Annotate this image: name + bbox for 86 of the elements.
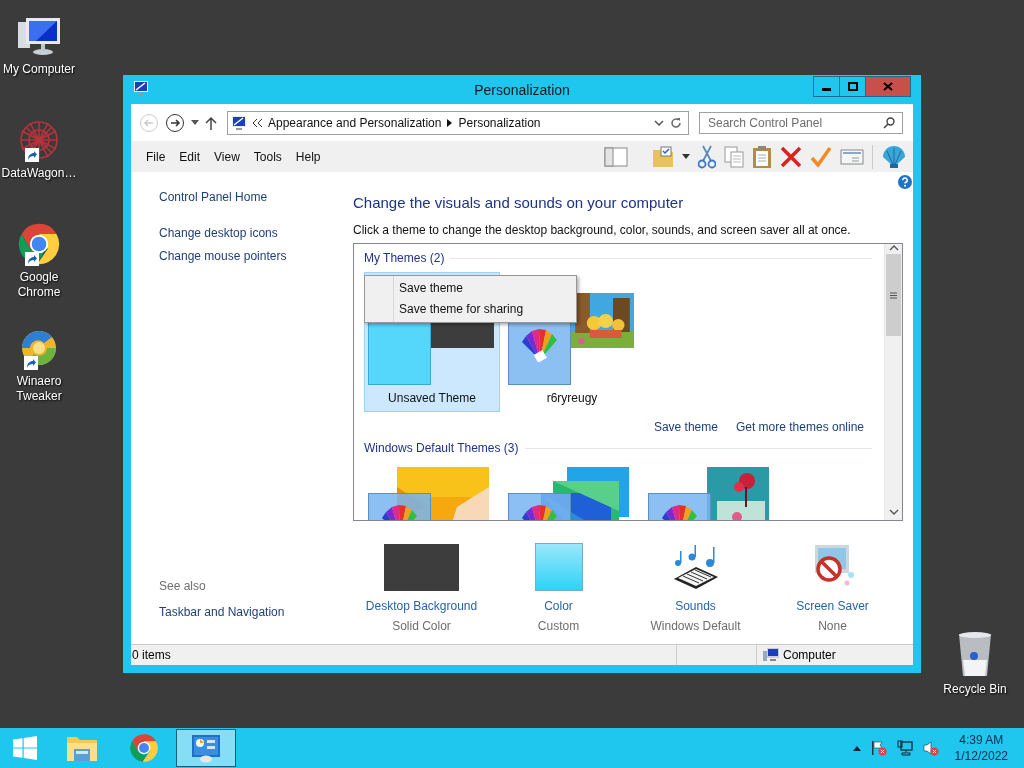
minimize-button[interactable] — [813, 76, 840, 97]
desktop-icon-label[interactable]: Recycle Bin — [937, 682, 1013, 697]
setting-link[interactable]: Color — [544, 599, 573, 613]
color-fan-icon — [519, 328, 560, 362]
clipboard-icon[interactable] — [752, 144, 772, 169]
monitor-icon — [231, 114, 247, 131]
path-arrow-icon[interactable] — [447, 118, 453, 127]
dropdown-caret-icon[interactable] — [191, 120, 199, 125]
chrome-icon — [129, 733, 159, 763]
scissors-icon[interactable] — [698, 144, 716, 169]
desktop-icon-label[interactable]: Google Chrome — [1, 270, 77, 300]
monitor-icon — [133, 80, 149, 96]
sidebar-link[interactable]: Control Panel Home — [159, 186, 353, 209]
dropdown-caret-icon[interactable] — [682, 154, 690, 159]
setting-value: Windows Default — [650, 619, 741, 633]
setting-link[interactable]: Sounds — [675, 599, 716, 613]
scroll-down-icon[interactable] — [888, 508, 899, 516]
folder-check-icon[interactable] — [652, 145, 674, 168]
setting-value: Solid Color — [392, 619, 451, 633]
snowflake-icon — [17, 118, 61, 162]
menu-item[interactable]: File — [139, 147, 173, 166]
layout-pane-icon[interactable] — [604, 146, 628, 167]
speaker-muted-icon[interactable] — [922, 740, 939, 756]
theme-name: r6ryreugy — [546, 391, 598, 405]
group-heading: My Themes (2) — [364, 251, 445, 265]
refresh-icon[interactable] — [670, 116, 682, 129]
setting-link[interactable]: Screen Saver — [796, 599, 869, 613]
window-title: Personalization — [474, 81, 570, 98]
desktop-icon-label[interactable]: Winaero Tweaker — [1, 374, 77, 404]
menu-item[interactable]: Edit — [172, 147, 208, 166]
page-description: Click a theme to change the desktop background, color, sounds, and screen saver all at once. — [353, 223, 852, 237]
scroll-up-icon[interactable] — [888, 244, 899, 252]
flag-error-icon[interactable] — [870, 740, 887, 756]
close-button[interactable] — [865, 76, 911, 97]
sidebar-link[interactable]: Change mouse pointers — [159, 245, 353, 268]
up-arrow-icon[interactable] — [205, 115, 217, 130]
breadcrumb[interactable]: Appearance and Personalization — [268, 115, 442, 130]
checkmark-icon[interactable] — [810, 145, 832, 168]
maximize-button[interactable] — [839, 76, 866, 97]
help-icon[interactable] — [898, 175, 912, 189]
delete-icon[interactable] — [780, 145, 802, 168]
shortcut-arrow-icon — [25, 148, 39, 162]
setting-value: Custom — [537, 619, 580, 633]
group-heading: Windows Default Themes (3) — [364, 441, 519, 455]
scrollbar[interactable] — [884, 244, 902, 520]
menu-item[interactable]: View — [207, 147, 247, 166]
computer-icon — [16, 16, 62, 58]
clock-time: 4:39 AM — [959, 732, 1004, 748]
sidebar-link[interactable]: Taskbar and Navigation — [159, 601, 353, 624]
computer-icon — [763, 648, 779, 662]
network-icon[interactable] — [896, 740, 913, 756]
desktop-icon-label[interactable]: DataWagon… — [1, 166, 77, 181]
sidebar-link[interactable]: Change desktop icons — [159, 222, 353, 245]
shortcut-arrow-icon — [25, 252, 39, 266]
close-icon — [883, 82, 893, 91]
status-location: Computer — [783, 648, 836, 662]
show-hidden-icons-icon[interactable] — [852, 745, 861, 751]
theme-link[interactable]: Get more themes online — [735, 420, 864, 434]
shell-icon[interactable] — [881, 144, 907, 169]
clock-date: 1/12/2022 — [954, 748, 1008, 764]
chevron-down-icon[interactable] — [654, 119, 664, 126]
background-swatch[interactable] — [384, 543, 459, 591]
forward-icon[interactable] — [165, 112, 185, 133]
search-field[interactable]: Search Control Panel — [699, 111, 903, 134]
taskbar-app[interactable] — [176, 729, 236, 767]
color-swatch[interactable] — [534, 543, 583, 591]
breadcrumb[interactable]: Personalization — [458, 115, 541, 130]
desktop-icon-label[interactable]: My Computer — [1, 62, 77, 77]
address-bar[interactable]: Appearance and Personalization Personalization — [227, 110, 689, 135]
double-chevron-icon[interactable] — [253, 118, 262, 127]
clock[interactable]: 4:39 AM 1/12/2022 — [954, 732, 1008, 764]
theme-name: Unsaved Theme — [388, 391, 476, 405]
page-heading: Change the visuals and sounds on your computer — [353, 194, 685, 211]
item-count: 0 items — [132, 648, 171, 662]
control-panel-icon — [190, 733, 222, 763]
setting-link[interactable]: Desktop Background — [365, 599, 478, 613]
setting-value: None — [818, 619, 847, 633]
search-icon[interactable] — [883, 116, 895, 129]
theme-link[interactable]: Save theme — [653, 420, 718, 434]
shortcut-arrow-icon — [24, 356, 38, 370]
see-also-heading: See also — [159, 579, 207, 593]
windows-logo-icon — [13, 736, 37, 760]
maximize-icon — [847, 82, 858, 91]
menu-item[interactable]: Tools — [246, 147, 289, 166]
scrollbar-thumb[interactable] — [886, 254, 901, 336]
menu-item[interactable]: Help — [288, 147, 328, 166]
